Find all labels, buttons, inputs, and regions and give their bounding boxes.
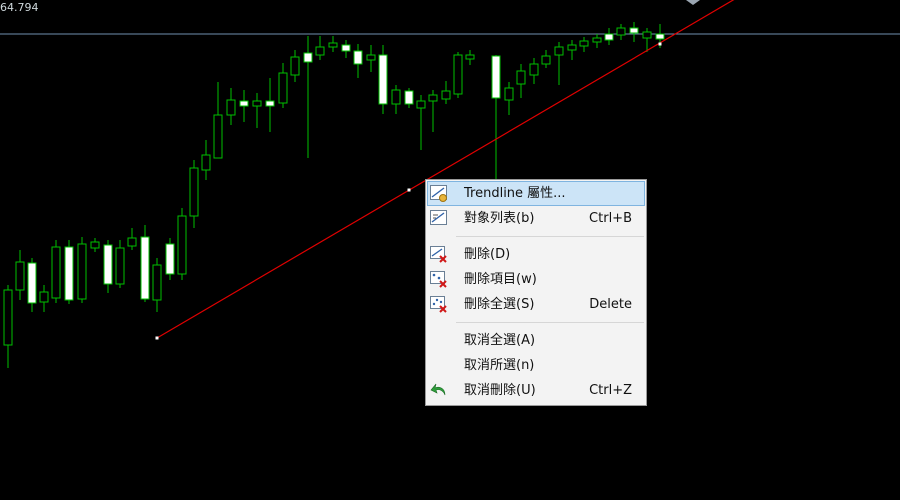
- menu-item-label: 刪除(D): [464, 247, 511, 262]
- candle-body: [140, 236, 150, 300]
- candle-body: [579, 40, 589, 47]
- object-list-icon: [430, 210, 448, 227]
- menu-item-label: 取消全選(A): [464, 333, 536, 348]
- candle-body: [315, 46, 325, 56]
- candle-body: [391, 89, 401, 105]
- candle-body: [64, 246, 74, 301]
- candle-body: [177, 215, 187, 275]
- candle-body: [290, 56, 300, 76]
- candle-body: [541, 55, 551, 65]
- candle-body: [516, 70, 526, 85]
- menu-item-label: 刪除全選(S): [464, 297, 535, 312]
- candle-body: [642, 31, 652, 39]
- candle-body: [567, 44, 577, 51]
- candle-body: [103, 244, 113, 285]
- menu-item-shortcut: Delete: [589, 297, 632, 312]
- candle-body: [404, 90, 414, 105]
- menu-item-delete[interactable]: 刪除(D): [426, 242, 646, 267]
- menu-item-trendline-properties[interactable]: Trendline 屬性...: [427, 181, 645, 206]
- menu-item-undo-delete[interactable]: 取消刪除(U) Ctrl+Z: [426, 378, 646, 403]
- candle-body: [239, 100, 249, 107]
- candle-body: [616, 27, 626, 36]
- menu-item-delete-item[interactable]: 刪除項目(w): [426, 267, 646, 292]
- candle-body: [416, 100, 426, 109]
- delete-all-selected-icon: [430, 296, 448, 313]
- candle-body: [341, 44, 351, 52]
- scroll-marker-icon: [686, 0, 700, 5]
- candle-body: [655, 33, 665, 40]
- trendline-anchor-start[interactable]: [155, 336, 159, 340]
- candle-body: [378, 54, 388, 105]
- candle-body: [592, 37, 602, 43]
- candle-body: [303, 52, 313, 63]
- undo-delete-icon: [430, 382, 448, 399]
- candle-body: [278, 72, 288, 104]
- candle-body: [165, 243, 175, 275]
- menu-item-shortcut: Ctrl+Z: [589, 383, 632, 398]
- menu-item-label: Trendline 屬性...: [464, 186, 566, 201]
- candle-body: [428, 94, 438, 102]
- menu-item-label: 刪除項目(w): [464, 272, 537, 287]
- candle-body: [453, 54, 463, 95]
- candle-body: [465, 54, 475, 60]
- menu-item-deselect-selected[interactable]: 取消所選(n): [426, 353, 646, 378]
- candle-body: [201, 154, 211, 171]
- candle-body: [252, 100, 262, 107]
- candle-body: [127, 237, 137, 247]
- price-label: 64.794: [0, 1, 39, 14]
- candle-body: [629, 27, 639, 34]
- candle-body: [51, 246, 61, 299]
- candle-body: [15, 261, 25, 291]
- candle-body: [504, 87, 514, 101]
- trendline-anchor-end[interactable]: [658, 42, 662, 46]
- candle-body: [491, 55, 501, 99]
- menu-item-deselect-all[interactable]: 取消全選(A): [426, 328, 646, 353]
- menu-item-label: 取消刪除(U): [464, 383, 536, 398]
- delete-icon: [430, 246, 448, 263]
- menu-separator: [456, 322, 644, 323]
- candle-body: [529, 63, 539, 76]
- candle-body: [77, 243, 87, 300]
- candle-body: [3, 289, 13, 346]
- candle-body: [39, 291, 49, 303]
- candle-body: [27, 262, 37, 304]
- delete-item-icon: [430, 271, 448, 288]
- candle-body: [353, 50, 363, 65]
- candle-body: [115, 247, 125, 285]
- menu-separator: [456, 236, 644, 237]
- menu-item-label: 對象列表(b): [464, 211, 535, 226]
- context-menu: Trendline 屬性... 對象列表(b) Ctrl+B 刪除(D) 刪除項…: [425, 179, 647, 406]
- menu-item-object-list[interactable]: 對象列表(b) Ctrl+B: [426, 206, 646, 231]
- menu-item-label: 取消所選(n): [464, 358, 535, 373]
- candle-body: [213, 114, 223, 159]
- candle-body: [366, 54, 376, 61]
- candle-body: [554, 46, 564, 56]
- trendline-anchor-mid[interactable]: [407, 188, 411, 192]
- candle-body: [189, 167, 199, 217]
- candle-body: [90, 241, 100, 249]
- candle-body: [604, 33, 614, 41]
- candle-body: [152, 264, 162, 301]
- candle-body: [226, 99, 236, 116]
- menu-item-shortcut: Ctrl+B: [589, 211, 632, 226]
- candle-body: [328, 42, 338, 48]
- trendline-properties-icon: [430, 185, 448, 202]
- menu-item-delete-all-selected[interactable]: 刪除全選(S) Delete: [426, 292, 646, 317]
- candle-body: [441, 90, 451, 100]
- candle-body: [265, 100, 275, 107]
